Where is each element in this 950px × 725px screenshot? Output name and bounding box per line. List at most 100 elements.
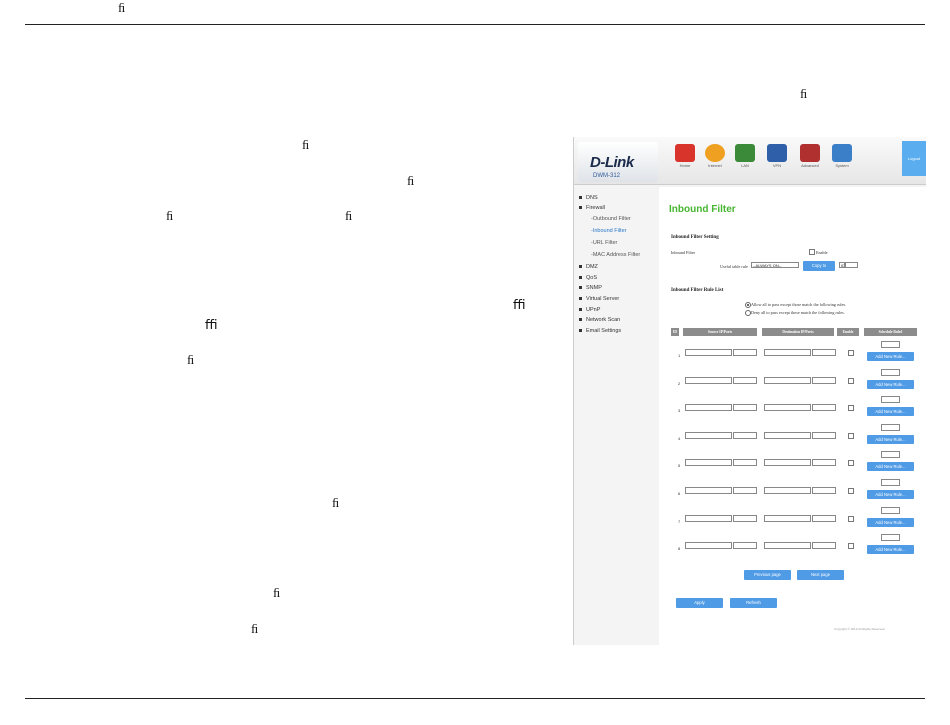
add-new-rule-button[interactable]: Add New Rule... — [867, 517, 914, 527]
text-fragment: ﬁ — [332, 495, 340, 510]
schedule-input[interactable] — [881, 534, 900, 542]
deny-radio-label: Deny all to pass except those match the … — [751, 310, 845, 315]
source-port-input[interactable] — [733, 487, 757, 494]
sidebar-item-qos[interactable]: QoS — [579, 275, 597, 281]
enable-rule-checkbox[interactable] — [848, 377, 854, 384]
source-port-input[interactable] — [733, 542, 757, 550]
destination-ip-input[interactable] — [764, 514, 811, 522]
enable-rule-checkbox[interactable] — [848, 515, 854, 522]
source-ip-input[interactable] — [685, 349, 732, 356]
logout-button[interactable]: Logout — [902, 141, 926, 176]
destination-ip-input[interactable] — [764, 349, 811, 356]
previous-page-button[interactable]: Previous page — [744, 570, 791, 580]
source-port-input[interactable] — [733, 459, 757, 467]
schedule-input[interactable] — [881, 423, 900, 431]
destination-port-input[interactable] — [812, 542, 836, 550]
add-new-rule-button[interactable]: Add New Rule... — [867, 434, 914, 444]
text-fragment: ﬁ — [800, 86, 808, 101]
sidebar-item-virtual-server[interactable]: Virtual Server — [579, 296, 619, 302]
table-row: 6 Add New Rule... — [659, 476, 926, 503]
add-new-rule-button[interactable]: Add New Rule... — [867, 462, 914, 472]
source-ip-input[interactable] — [685, 404, 732, 412]
home-icon — [675, 144, 695, 162]
nav-advanced[interactable]: Advanced — [796, 144, 824, 168]
destination-port-input[interactable] — [812, 514, 836, 522]
sidebar-item-email-settings[interactable]: Email Settings — [579, 328, 621, 334]
rule-select[interactable]: --ALWAYS ON-- — [751, 262, 799, 268]
enable-rule-checkbox[interactable] — [848, 432, 854, 439]
sidebar-item-dns[interactable]: DNS — [579, 195, 598, 201]
apply-button[interactable]: Apply — [676, 598, 723, 608]
add-new-rule-button[interactable]: Add New Rule... — [867, 490, 914, 499]
enable-rule-checkbox[interactable] — [848, 460, 854, 467]
nav-internet[interactable]: Internet — [701, 144, 729, 168]
destination-ip-input[interactable] — [764, 542, 811, 550]
sidebar-item-mac-filter[interactable]: -MAC Address Filter — [591, 252, 640, 258]
destination-port-input[interactable] — [812, 376, 836, 384]
enable-rule-checkbox[interactable] — [848, 543, 854, 550]
nav-vpn[interactable]: VPN — [763, 144, 791, 168]
schedule-input[interactable] — [881, 368, 900, 376]
refresh-button[interactable]: Refresh — [730, 598, 777, 608]
add-new-rule-button[interactable]: Add New Rule... — [867, 379, 914, 389]
source-port-input[interactable] — [733, 376, 757, 384]
sidebar-item-outbound-filter[interactable]: -Outbound Filter — [591, 216, 631, 222]
destination-port-input[interactable] — [812, 404, 836, 412]
source-ip-input[interactable] — [685, 487, 732, 494]
add-new-rule-button[interactable]: Add New Rule... — [867, 352, 914, 361]
sidebar-item-firewall[interactable]: Firewall — [579, 205, 605, 211]
destination-port-input[interactable] — [812, 487, 836, 494]
text-fragment: ﬁ — [118, 0, 126, 15]
source-ip-input[interactable] — [685, 431, 732, 439]
enable-rule-checkbox[interactable] — [848, 405, 854, 412]
id-select[interactable] — [845, 262, 858, 268]
sidebar-item-url-filter[interactable]: -URL Filter — [591, 240, 617, 246]
copy-to-button[interactable]: Copy to — [803, 261, 835, 271]
text-fragment: ﬃ — [205, 317, 218, 332]
add-new-rule-button[interactable]: Add New Rule... — [867, 545, 914, 555]
destination-port-input[interactable] — [812, 431, 836, 439]
destination-ip-input[interactable] — [764, 404, 811, 412]
add-new-rule-button[interactable]: Add New Rule... — [867, 407, 914, 417]
schedule-input[interactable] — [881, 396, 900, 404]
sidebar-item-snmp[interactable]: SNMP — [579, 285, 602, 291]
next-page-button[interactable]: Next page — [797, 570, 844, 580]
destination-ip-input[interactable] — [764, 487, 811, 494]
brand-area: D-Link DWM-312 — [578, 142, 658, 182]
enable-rule-checkbox[interactable] — [848, 488, 854, 494]
schedule-input[interactable] — [881, 479, 900, 486]
sidebar-item-dmz[interactable]: DMZ — [579, 264, 598, 270]
source-ip-input[interactable] — [685, 542, 732, 550]
source-port-input[interactable] — [733, 404, 757, 412]
schedule-input[interactable] — [881, 341, 900, 348]
top-navigation-bar: D-Link DWM-312 Home Internet LAN VPN Adv… — [574, 137, 926, 185]
source-port-input[interactable] — [733, 514, 757, 522]
sidebar-item-inbound-filter[interactable]: -Inbound Filter — [591, 228, 626, 234]
source-ip-input[interactable] — [685, 459, 732, 467]
schedule-input[interactable] — [881, 451, 900, 459]
destination-ip-input[interactable] — [764, 431, 811, 439]
destination-port-input[interactable] — [812, 459, 836, 467]
nav-lan[interactable]: LAN — [731, 144, 759, 168]
source-port-input[interactable] — [733, 431, 757, 439]
sidebar-item-network-scan[interactable]: Network Scan — [579, 317, 620, 323]
nav-home[interactable]: Home — [671, 144, 699, 168]
table-row: 4 Add New Rule... — [659, 421, 926, 448]
header-rule — [25, 24, 925, 25]
advanced-icon — [800, 144, 820, 162]
text-fragment: ﬁ — [345, 208, 353, 223]
destination-port-input[interactable] — [812, 349, 836, 356]
source-port-input[interactable] — [733, 349, 757, 356]
source-ip-input[interactable] — [685, 376, 732, 384]
setting-section-header: Inbound Filter Setting — [671, 235, 719, 240]
destination-ip-input[interactable] — [764, 376, 811, 384]
destination-ip-input[interactable] — [764, 459, 811, 467]
schedule-input[interactable] — [881, 506, 900, 514]
nav-system[interactable]: System — [828, 144, 856, 168]
model-label: DWM-312 — [593, 173, 621, 179]
enable-rule-checkbox[interactable] — [848, 350, 854, 356]
source-ip-input[interactable] — [685, 514, 732, 522]
nav-label: LAN — [741, 163, 749, 168]
sidebar-item-upnp[interactable]: UPnP — [579, 307, 600, 313]
enable-checkbox[interactable] — [809, 249, 815, 255]
